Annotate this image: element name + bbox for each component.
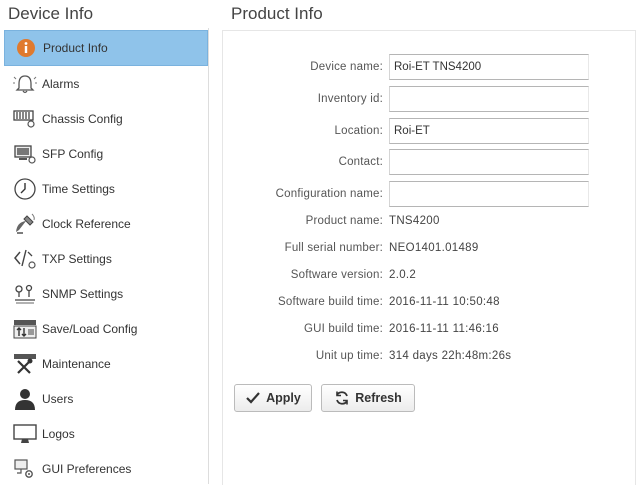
software-build-time-label: Software build time:: [278, 296, 383, 308]
device-name-row: Device name:: [223, 54, 635, 80]
product-info-panel: Device name: Inventory id: Location: Con…: [222, 30, 636, 485]
sidebar-title: Device Info: [8, 4, 94, 23]
apply-button[interactable]: Apply: [234, 384, 312, 412]
sidebar-item-snmp-settings[interactable]: SNMP Settings: [4, 276, 208, 311]
sidebar: Product Info Alarms Chassis Config SFP C…: [4, 28, 209, 484]
product-name-value: TNS4200: [389, 215, 440, 227]
product-name-label: Product name:: [305, 215, 383, 227]
sidebar-item-label: Logos: [42, 426, 75, 441]
gui-build-time-row: GUI build time: 2016-11-11 11:46:16: [223, 316, 635, 342]
software-build-time-value: 2016-11-11 10:50:48: [389, 296, 500, 308]
save-load-icon: [12, 317, 38, 341]
network-icon: [12, 282, 38, 306]
gui-build-time-value: 2016-11-11 11:46:16: [389, 323, 499, 335]
location-label: Location:: [334, 125, 383, 137]
software-version-row: Software version: 2.0.2: [223, 262, 635, 288]
sidebar-item-users[interactable]: Users: [4, 381, 208, 416]
sidebar-item-label: Product Info: [43, 41, 108, 55]
refresh-button[interactable]: Refresh: [321, 384, 415, 412]
sidebar-item-logos[interactable]: Logos: [4, 416, 208, 451]
sidebar-item-sfp-config[interactable]: SFP Config: [4, 136, 208, 171]
chassis-icon: [12, 107, 38, 131]
inventory-id-label: Inventory id:: [317, 93, 383, 105]
configuration-name-field[interactable]: [389, 181, 589, 207]
sidebar-item-save-load-config[interactable]: Save/Load Config: [4, 311, 208, 346]
sidebar-item-label: TXP Settings: [42, 251, 112, 266]
sidebar-item-txp-settings[interactable]: TXP Settings: [4, 241, 208, 276]
serial-number-label: Full serial number:: [284, 242, 383, 254]
location-row: Location:: [223, 118, 635, 144]
unit-up-time-label: Unit up time:: [315, 350, 383, 362]
sidebar-item-time-settings[interactable]: Time Settings: [4, 171, 208, 206]
sidebar-item-product-info[interactable]: Product Info: [4, 30, 208, 66]
unit-up-time-value: 314 days 22h:48m:26s: [389, 350, 512, 362]
clock-icon: [12, 177, 38, 201]
sidebar-item-label: Alarms: [42, 76, 80, 91]
sidebar-item-label: SFP Config: [42, 146, 104, 161]
software-version-label: Software version:: [290, 269, 383, 281]
apply-button-label: Apply: [266, 391, 301, 405]
sidebar-item-label: Clock Reference: [42, 216, 131, 231]
refresh-icon: [334, 390, 350, 406]
sidebar-item-gui-preferences[interactable]: GUI Preferences: [4, 451, 208, 486]
monitor-icon: [12, 422, 38, 446]
contact-field[interactable]: [389, 149, 589, 175]
configuration-name-row: Configuration name:: [223, 181, 635, 207]
sidebar-item-label: Save/Load Config: [42, 321, 138, 336]
gui-build-time-label: GUI build time:: [303, 323, 383, 335]
refresh-button-label: Refresh: [355, 391, 402, 405]
unit-up-time-row: Unit up time: 314 days 22h:48m:26s: [223, 343, 635, 369]
configuration-name-label: Configuration name:: [275, 188, 383, 200]
inventory-id-row: Inventory id:: [223, 86, 635, 112]
user-icon: [12, 387, 38, 411]
sidebar-item-label: Chassis Config: [42, 111, 123, 126]
software-version-value: 2.0.2: [389, 269, 417, 281]
location-field[interactable]: [389, 118, 589, 144]
inventory-id-field[interactable]: [389, 86, 589, 112]
sidebar-item-maintenance[interactable]: Maintenance: [4, 346, 208, 381]
sidebar-item-chassis-config[interactable]: Chassis Config: [4, 101, 208, 136]
product-name-row: Product name: TNS4200: [223, 208, 635, 234]
serial-number-value: NEO1401.01489: [389, 242, 479, 254]
sfp-icon: [12, 142, 38, 166]
sidebar-item-alarms[interactable]: Alarms: [4, 66, 208, 101]
satellite-icon: [12, 212, 38, 236]
bell-icon: [12, 72, 38, 96]
checkmark-icon: [245, 391, 261, 405]
sidebar-item-label: SNMP Settings: [42, 286, 124, 301]
device-name-label: Device name:: [310, 61, 383, 73]
sidebar-item-label: Maintenance: [42, 356, 111, 371]
page-title: Product Info: [231, 4, 323, 23]
sidebar-item-label: Time Settings: [42, 181, 115, 196]
contact-row: Contact:: [223, 149, 635, 175]
contact-label: Contact:: [338, 156, 383, 168]
serial-number-row: Full serial number: NEO1401.01489: [223, 235, 635, 261]
device-name-field[interactable]: [389, 54, 589, 80]
tools-icon: [12, 352, 38, 376]
sidebar-item-label: GUI Preferences: [42, 461, 132, 476]
preferences-icon: [12, 457, 38, 481]
info-icon: [13, 36, 39, 60]
sidebar-item-label: Users: [42, 391, 74, 406]
code-icon: [12, 247, 38, 271]
sidebar-item-clock-reference[interactable]: Clock Reference: [4, 206, 208, 241]
software-build-time-row: Software build time: 2016-11-11 10:50:48: [223, 289, 635, 315]
